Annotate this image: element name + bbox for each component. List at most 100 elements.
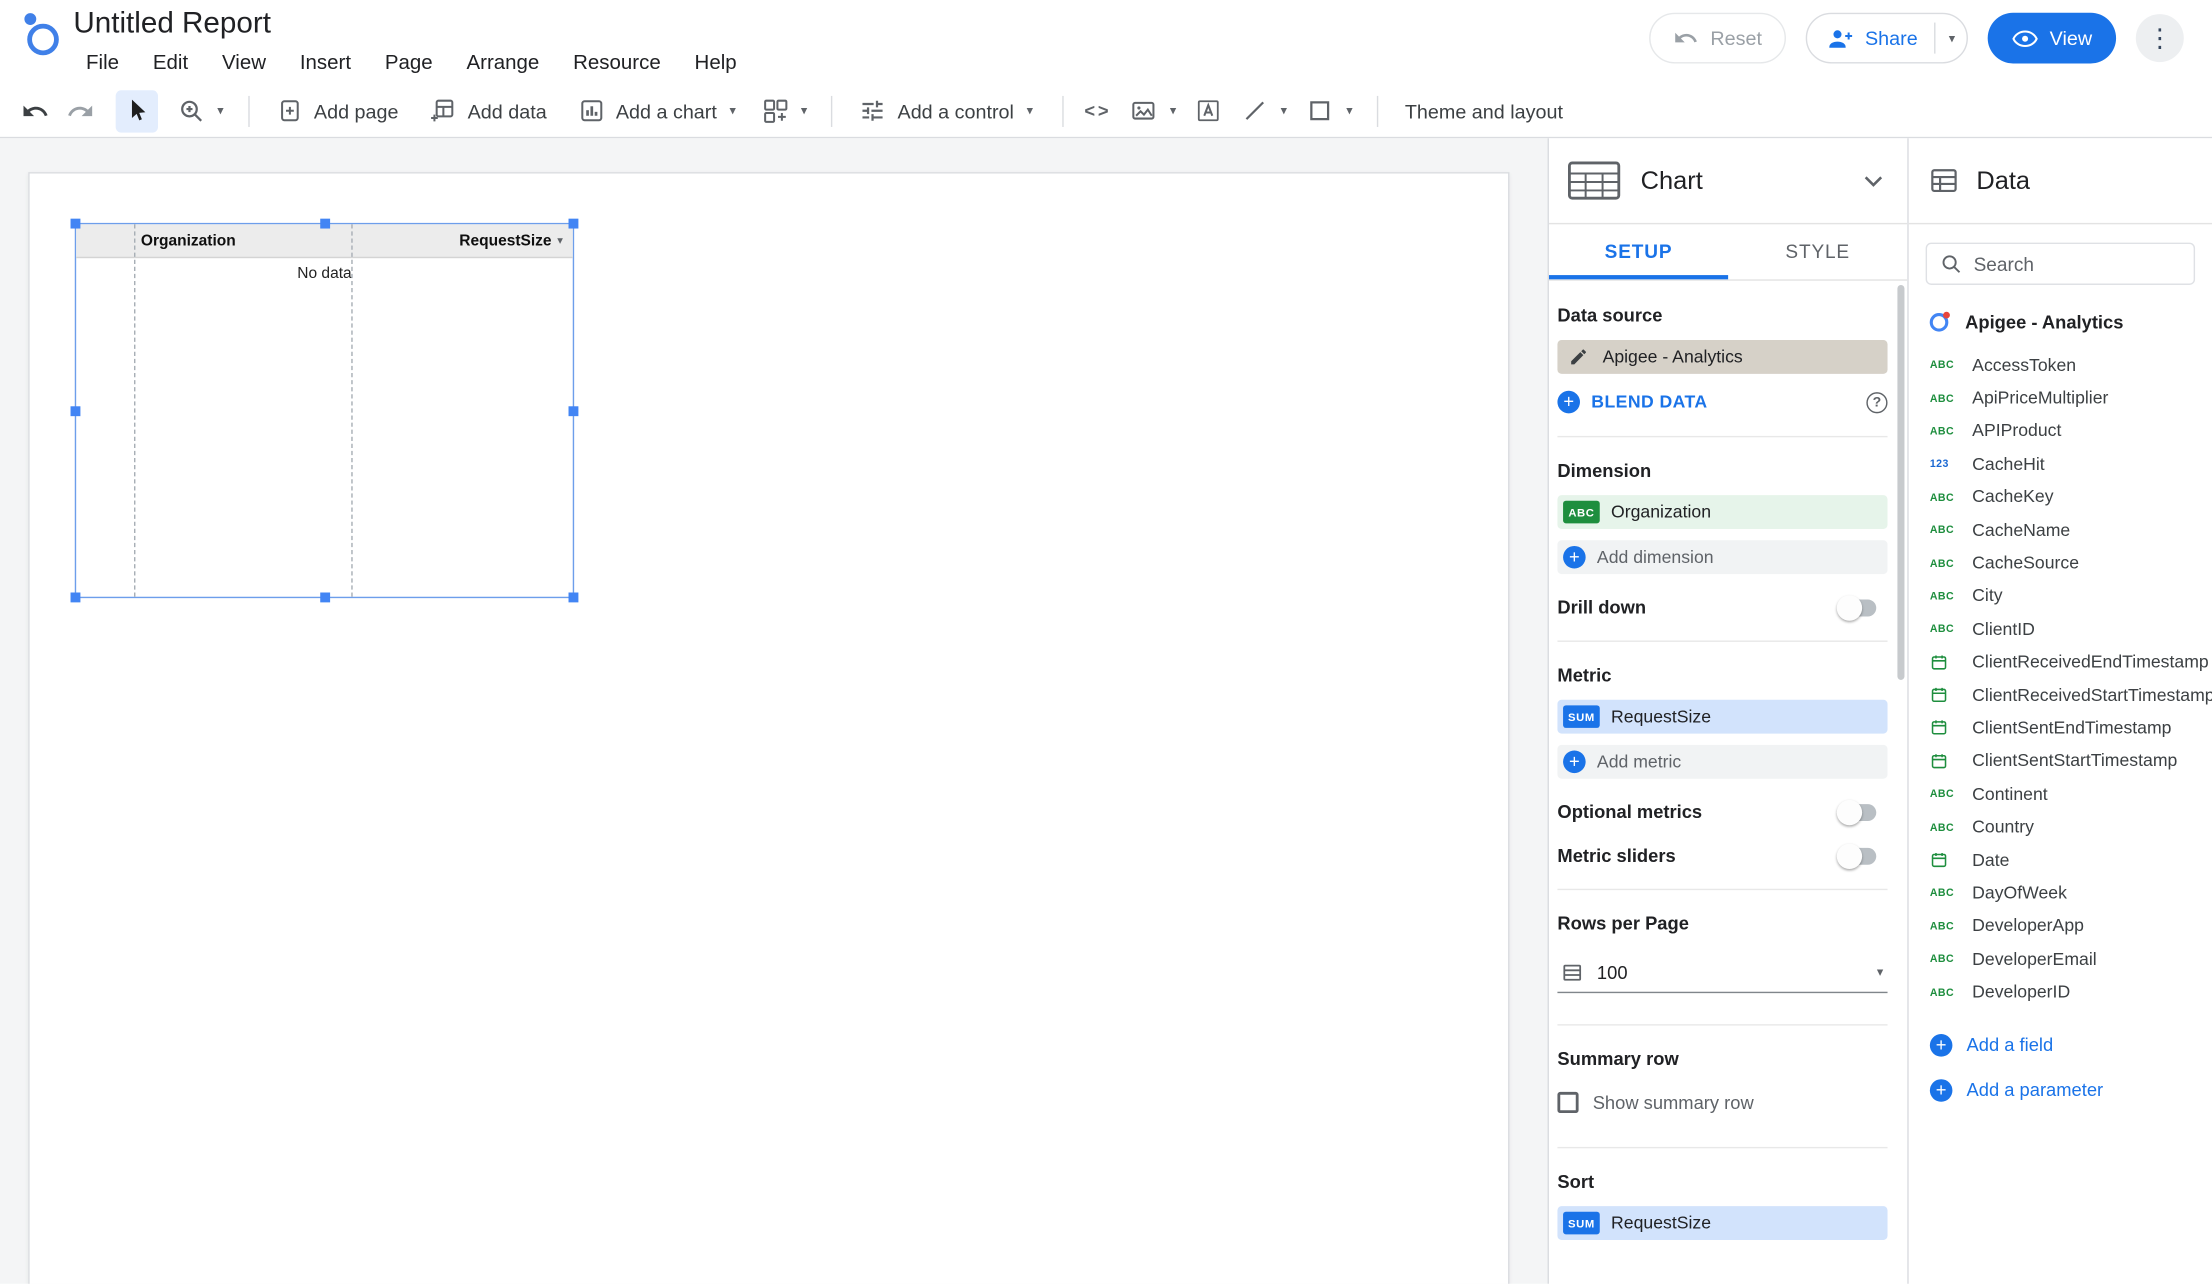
field-CacheSource[interactable]: ABC CacheSource — [1909, 546, 2212, 579]
more-options-button[interactable]: ⋮ — [2135, 14, 2184, 63]
add-control-button[interactable]: Add a control ▾ — [845, 90, 1047, 132]
looker-studio-logo[interactable] — [21, 10, 60, 58]
share-caret-icon[interactable]: ▾ — [1949, 31, 1955, 45]
field-CacheKey[interactable]: ABC CacheKey — [1909, 480, 2212, 513]
add-metric-button[interactable]: + Add metric — [1557, 744, 1888, 779]
field-APIProduct[interactable]: ABC APIProduct — [1909, 414, 2212, 447]
theme-and-layout-button[interactable]: Theme and layout — [1391, 90, 1577, 132]
scrollbar-thumb[interactable] — [1897, 284, 1905, 680]
report-title[interactable]: Untitled Report — [73, 7, 753, 41]
help-icon[interactable]: ? — [1866, 391, 1888, 413]
no-data-message: No data — [297, 265, 352, 283]
image-caret-icon: ▾ — [1169, 102, 1177, 118]
field-City[interactable]: ABC City — [1909, 579, 2212, 612]
resize-handle-ne[interactable] — [568, 218, 579, 229]
insert-line-button[interactable]: ▾ — [1233, 90, 1296, 132]
resize-handle-w[interactable] — [70, 405, 81, 416]
summary-row-checkbox[interactable] — [1557, 1091, 1579, 1114]
embed-code-button[interactable]: <> — [1077, 90, 1119, 132]
resize-handle-n[interactable] — [319, 218, 330, 229]
table-chart-type-icon[interactable] — [1567, 161, 1621, 201]
view-button[interactable]: View — [1987, 12, 2117, 64]
menu-page[interactable]: Page — [368, 48, 450, 79]
undo-button[interactable] — [14, 90, 56, 132]
canvas-area[interactable]: Organization RequestSize ▾ No data — [0, 138, 1548, 1284]
share-button-group[interactable]: Share ▾ — [1805, 12, 1968, 64]
data-source-chip[interactable]: Apigee - Analytics — [1557, 339, 1888, 374]
field-ClientSentEndTimestamp[interactable]: ClientSentEndTimestamp — [1909, 711, 2212, 744]
drill-down-toggle[interactable] — [1836, 594, 1877, 621]
field-Country[interactable]: ABC Country — [1909, 810, 2212, 843]
sum-type-badge: SUM — [1563, 705, 1600, 728]
search-box[interactable] — [1925, 242, 2196, 285]
add-dimension-button[interactable]: + Add dimension — [1557, 540, 1888, 575]
select-tool-button[interactable] — [115, 89, 158, 132]
resize-handle-s[interactable] — [319, 592, 330, 603]
field-ClientSentStartTimestamp[interactable]: ClientSentStartTimestamp — [1909, 744, 2212, 777]
metric-sliders-toggle[interactable] — [1836, 842, 1877, 869]
sum-type-badge: SUM — [1563, 1211, 1600, 1235]
resize-handle-nw[interactable] — [70, 218, 81, 229]
metric-chip[interactable]: SUM RequestSize — [1557, 699, 1888, 734]
field-AccessToken[interactable]: ABC AccessToken — [1909, 348, 2212, 381]
community-visualizations-button[interactable]: ▾ — [753, 90, 816, 132]
add-control-caret-icon: ▾ — [1026, 102, 1033, 118]
redo-button[interactable] — [59, 90, 101, 132]
field-DeveloperApp[interactable]: ABC DeveloperApp — [1909, 909, 2212, 942]
field-DeveloperEmail[interactable]: ABC DeveloperEmail — [1909, 942, 2212, 975]
field-name: ClientID — [1972, 619, 2035, 639]
report-page[interactable]: Organization RequestSize ▾ No data — [28, 172, 1510, 1284]
menu-insert[interactable]: Insert — [283, 48, 368, 79]
collapse-chevron-icon[interactable] — [1858, 165, 1889, 196]
field-CacheHit[interactable]: 123 CacheHit — [1909, 447, 2212, 480]
field-ClientReceivedEndTimestamp[interactable]: ClientReceivedEndTimestamp — [1909, 645, 2212, 678]
table-chart[interactable]: Organization RequestSize ▾ No data — [70, 218, 579, 603]
pencil-icon[interactable] — [1569, 347, 1589, 367]
share-divider — [1934, 22, 1937, 54]
field-ApiPriceMultiplier[interactable]: ABC ApiPriceMultiplier — [1909, 381, 2212, 414]
menu-file[interactable]: File — [69, 48, 136, 79]
field-list: ABC AccessToken ABC ApiPriceMultiplier ABC AP… — [1909, 348, 2212, 1008]
tab-style[interactable]: STYLE — [1728, 224, 1907, 279]
menu-edit[interactable]: Edit — [136, 48, 205, 79]
zoom-tool-button[interactable]: ▾ — [169, 90, 232, 132]
field-ClientReceivedStartTimestamp[interactable]: ClientReceivedStartTimestamp — [1909, 678, 2212, 711]
field-CacheName[interactable]: ABC CacheName — [1909, 513, 2212, 546]
rows-per-page-select[interactable]: 100 ▾ — [1557, 954, 1888, 994]
data-source-row[interactable]: Apigee - Analytics — [1909, 296, 2212, 348]
search-input[interactable] — [1973, 253, 2181, 275]
tab-setup[interactable]: SETUP — [1548, 224, 1729, 280]
insert-image-button[interactable]: ▾ — [1122, 90, 1185, 132]
add-page-button[interactable]: Add page — [262, 90, 413, 132]
menu-view[interactable]: View — [205, 48, 283, 79]
reset-label: Reset — [1710, 26, 1763, 50]
field-DayOfWeek[interactable]: ABC DayOfWeek — [1909, 876, 2212, 909]
drill-down-row: Drill down — [1557, 594, 1887, 621]
zoom-icon — [178, 97, 205, 124]
field-DeveloperID[interactable]: ABC DeveloperID — [1909, 975, 2212, 1008]
reset-button[interactable]: Reset — [1649, 12, 1786, 64]
dimension-chip[interactable]: ABC Organization — [1557, 495, 1888, 530]
field-ClientID[interactable]: ABC ClientID — [1909, 612, 2212, 645]
insert-shape-button[interactable]: ▾ — [1298, 90, 1361, 132]
menu-help[interactable]: Help — [678, 48, 754, 79]
optional-metrics-toggle[interactable] — [1836, 799, 1877, 825]
metric-column-header[interactable]: RequestSize ▾ — [350, 232, 572, 249]
properties-panel-header: Chart — [1548, 138, 1908, 225]
field-Continent[interactable]: ABC Continent — [1909, 777, 2212, 810]
add-chart-button[interactable]: Add a chart ▾ — [564, 90, 750, 132]
field-Date[interactable]: Date — [1909, 843, 2212, 876]
shape-caret-icon: ▾ — [1346, 102, 1353, 118]
add-data-button[interactable]: Add data — [415, 90, 560, 132]
add-a-field-button[interactable]: + Add a field — [1909, 1025, 2212, 1065]
menu-resource[interactable]: Resource — [556, 48, 677, 79]
resize-handle-e[interactable] — [568, 405, 579, 416]
sort-chip[interactable]: SUM RequestSize — [1557, 1206, 1888, 1241]
resize-handle-sw[interactable] — [70, 592, 81, 603]
dimension-column-header[interactable]: Organization — [134, 232, 351, 249]
insert-text-button[interactable] — [1188, 90, 1230, 132]
add-a-parameter-button[interactable]: + Add a parameter — [1909, 1070, 2212, 1110]
blend-data-button[interactable]: + BLEND DATA ? — [1557, 390, 1888, 414]
resize-handle-se[interactable] — [568, 592, 579, 603]
menu-arrange[interactable]: Arrange — [450, 48, 557, 79]
